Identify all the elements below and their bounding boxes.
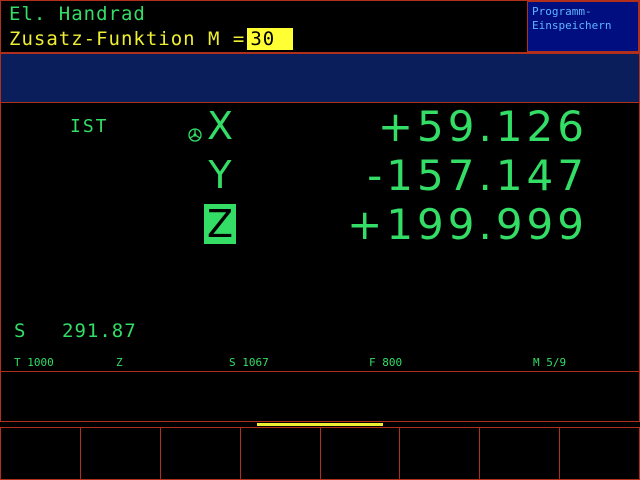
- m-function-prompt: Zusatz-Funktion M = 30: [9, 28, 294, 50]
- handwheel-icon: [188, 128, 202, 142]
- axis-z-value: +199.999: [347, 200, 588, 249]
- axis-z-label-selected[interactable]: Z: [204, 204, 236, 244]
- prompt-label: Zusatz-Funktion M =: [9, 28, 246, 50]
- softkey-4[interactable]: [239, 427, 320, 480]
- actual-position-label: IST: [70, 116, 109, 137]
- softkey-1[interactable]: [0, 427, 80, 480]
- spindle-label: S: [14, 320, 26, 342]
- axis-y-label: Y: [208, 153, 232, 197]
- status-feed: F 800: [369, 356, 403, 369]
- status-m-function: M 5/9: [533, 356, 567, 369]
- softkey-7[interactable]: [479, 427, 560, 480]
- softkey-page-marker: [257, 423, 383, 426]
- axis-x-value: +59.126: [377, 102, 588, 151]
- softkey-bar: [0, 427, 640, 480]
- status-spindle-speed: S 1067: [229, 356, 269, 369]
- axis-y-value: -157.147: [367, 151, 588, 200]
- softkey-6[interactable]: [399, 427, 480, 480]
- status-tool: T 1000: [14, 356, 54, 369]
- softkey-2[interactable]: [79, 427, 160, 480]
- message-bar: [0, 53, 640, 103]
- m-function-input[interactable]: 30: [247, 28, 294, 50]
- softkey-5[interactable]: [319, 427, 400, 480]
- axis-x-label: X: [206, 104, 234, 148]
- softkey-3[interactable]: [159, 427, 240, 480]
- info-panel: [0, 371, 640, 422]
- mode-title: El. Handrad: [9, 3, 146, 25]
- program-store-softkey[interactable]: Programm- Einspeichern: [527, 1, 639, 52]
- status-tool-axis: Z: [116, 356, 123, 369]
- spindle-value: 291.87: [62, 320, 137, 342]
- softkey-8[interactable]: [559, 427, 640, 480]
